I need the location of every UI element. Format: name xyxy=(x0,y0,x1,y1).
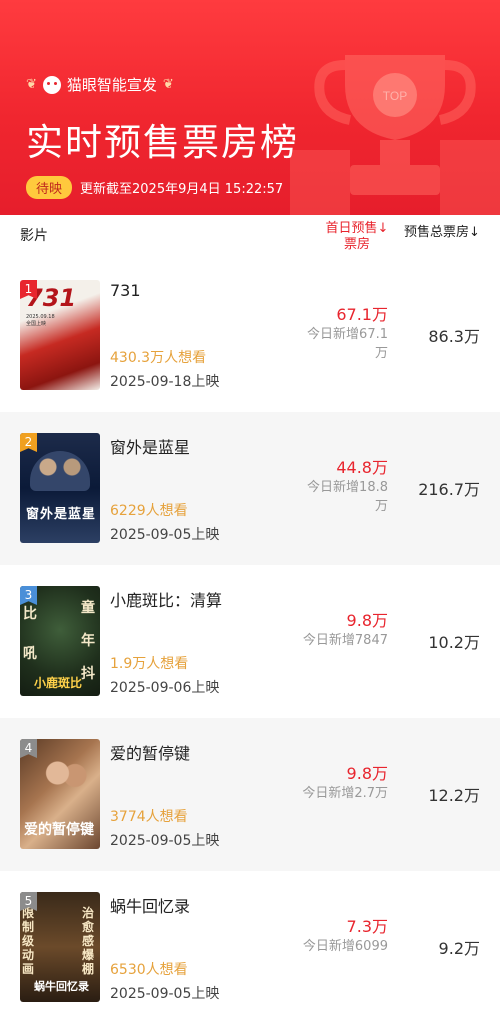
movie-row[interactable]: 731 2025.09.18 全国上映 1 731 430.3万人想看 2025… xyxy=(0,259,500,412)
release-date: 2025-09-05上映 xyxy=(110,986,220,1002)
release-date: 2025-09-05上映 xyxy=(110,527,220,543)
laurel-left-icon: ❦ xyxy=(26,77,37,92)
movie-poster[interactable]: 限制级动画 治愈感爆棚 蜗牛回忆录 5 xyxy=(20,892,100,1002)
trophy-top-text: TOP xyxy=(383,89,407,103)
brand-label: 猫眼智能宣发 xyxy=(66,76,157,94)
column-total-sort[interactable]: 预售总票房↓ xyxy=(404,221,480,240)
movie-poster[interactable]: 比 吼 童 年 抖 小鹿斑比 3 xyxy=(20,586,100,696)
status-badge[interactable]: 待映 xyxy=(26,176,73,199)
update-time: 更新截至2025年9月4日 15:22:57 xyxy=(80,182,284,197)
movie-list: 731 2025.09.18 全国上映 1 731 430.3万人想看 2025… xyxy=(0,259,500,1024)
movie-poster[interactable]: 731 2025.09.18 全国上映 1 xyxy=(20,280,100,390)
poster-title: 爱的暂停键 xyxy=(24,822,94,838)
first-day-value: 44.8万 xyxy=(336,458,388,477)
movie-title[interactable]: 窗外是蓝星 xyxy=(110,434,190,458)
column-header: 影片 首日预售↓ 票房 预售总票房↓ xyxy=(0,215,500,259)
want-count: 1.9万人想看 xyxy=(110,656,189,672)
today-new-line1: 今日新增67.1 xyxy=(307,327,388,342)
poster-title: 窗外是蓝星 xyxy=(26,507,97,522)
column-film: 影片 xyxy=(20,228,48,244)
page-title: 实时预售票房榜 xyxy=(26,121,299,164)
today-new-line1: 今日新增6099 xyxy=(302,939,388,954)
total-presale: 216.7万 xyxy=(418,480,480,499)
want-count: 6530人想看 xyxy=(110,962,188,978)
movie-row[interactable]: 限制级动画 治愈感爆棚 蜗牛回忆录 5 蜗牛回忆录 6530人想看 2025-0… xyxy=(0,871,500,1024)
movie-title[interactable]: 爱的暂停键 xyxy=(110,740,190,764)
movie-title[interactable]: 731 xyxy=(110,281,141,300)
poster-side-right: 童 年 抖 xyxy=(81,600,95,682)
poster-title: 蜗牛回忆录 xyxy=(34,980,89,993)
maoyan-logo-icon xyxy=(42,75,61,94)
first-day-presale: 9.8万 今日新增7847 xyxy=(278,607,388,650)
poster-figures xyxy=(30,451,90,491)
poster-title: 小鹿斑比 xyxy=(34,676,83,690)
brand: ❦ 猫眼智能宣发 ❦ xyxy=(26,74,174,95)
movie-title[interactable]: 小鹿斑比：清算 xyxy=(110,587,222,611)
poster-side-left: 比 吼 xyxy=(23,606,37,662)
today-new-line1: 今日新增2.7万 xyxy=(302,786,388,801)
total-presale: 12.2万 xyxy=(428,786,480,805)
movie-row[interactable]: 爱的暂停键 4 爱的暂停键 3774人想看 2025-09-05上映 9.8万 … xyxy=(0,718,500,871)
column-first-day-sort[interactable]: 首日预售↓ 票房 xyxy=(322,221,392,253)
laurel-right-icon: ❦ xyxy=(162,77,174,92)
poster-side-left: 限制级动画 xyxy=(22,906,35,976)
total-presale: 10.2万 xyxy=(428,633,480,652)
column-first-day-line1: 首日预售↓ xyxy=(325,221,389,236)
poster-side-right: 治愈感爆棚 xyxy=(82,906,95,976)
first-day-value: 67.1万 xyxy=(336,305,388,324)
movie-poster[interactable]: 窗外是蓝星 2 xyxy=(20,433,100,543)
column-first-day-line2: 票房 xyxy=(343,237,370,252)
poster-subtitle: 2025.09.18 全国上映 xyxy=(26,314,55,327)
first-day-value: 9.8万 xyxy=(346,764,388,783)
release-date: 2025-09-06上映 xyxy=(110,680,220,696)
release-date: 2025-09-18上映 xyxy=(110,374,220,390)
status-row: 待映 更新截至2025年9月4日 15:22:57 xyxy=(26,176,283,199)
total-presale: 86.3万 xyxy=(428,327,480,346)
first-day-presale: 67.1万 今日新增67.1 万 xyxy=(278,301,388,363)
rank-badge: 2 xyxy=(20,433,37,452)
poster-figures xyxy=(40,753,90,803)
rank-badge: 4 xyxy=(20,739,37,758)
today-new-line2: 万 xyxy=(374,499,388,514)
first-day-value: 9.8万 xyxy=(346,611,388,630)
first-day-value: 7.3万 xyxy=(346,917,388,936)
release-date: 2025-09-05上映 xyxy=(110,833,220,849)
today-new-line2: 万 xyxy=(374,346,388,361)
movie-poster[interactable]: 爱的暂停键 4 xyxy=(20,739,100,849)
first-day-presale: 7.3万 今日新增6099 xyxy=(278,913,388,956)
first-day-presale: 9.8万 今日新增2.7万 xyxy=(278,760,388,803)
want-count: 3774人想看 xyxy=(110,809,188,825)
first-day-presale: 44.8万 今日新增18.8 万 xyxy=(278,454,388,516)
movie-row[interactable]: 窗外是蓝星 2 窗外是蓝星 6229人想看 2025-09-05上映 44.8万… xyxy=(0,412,500,565)
today-new-line1: 今日新增7847 xyxy=(302,633,388,648)
movie-row[interactable]: 比 吼 童 年 抖 小鹿斑比 3 小鹿斑比：清算 1.9万人想看 2025-09… xyxy=(0,565,500,718)
header-banner: TOP ❦ 猫眼智能宣发 ❦ 实时预售票房榜 待映 更新截至2025年9月4日 … xyxy=(0,0,500,215)
total-presale: 9.2万 xyxy=(438,939,480,958)
movie-title[interactable]: 蜗牛回忆录 xyxy=(110,893,190,917)
today-new-line1: 今日新增18.8 xyxy=(307,480,388,495)
want-count: 430.3万人想看 xyxy=(110,350,207,366)
want-count: 6229人想看 xyxy=(110,503,188,519)
